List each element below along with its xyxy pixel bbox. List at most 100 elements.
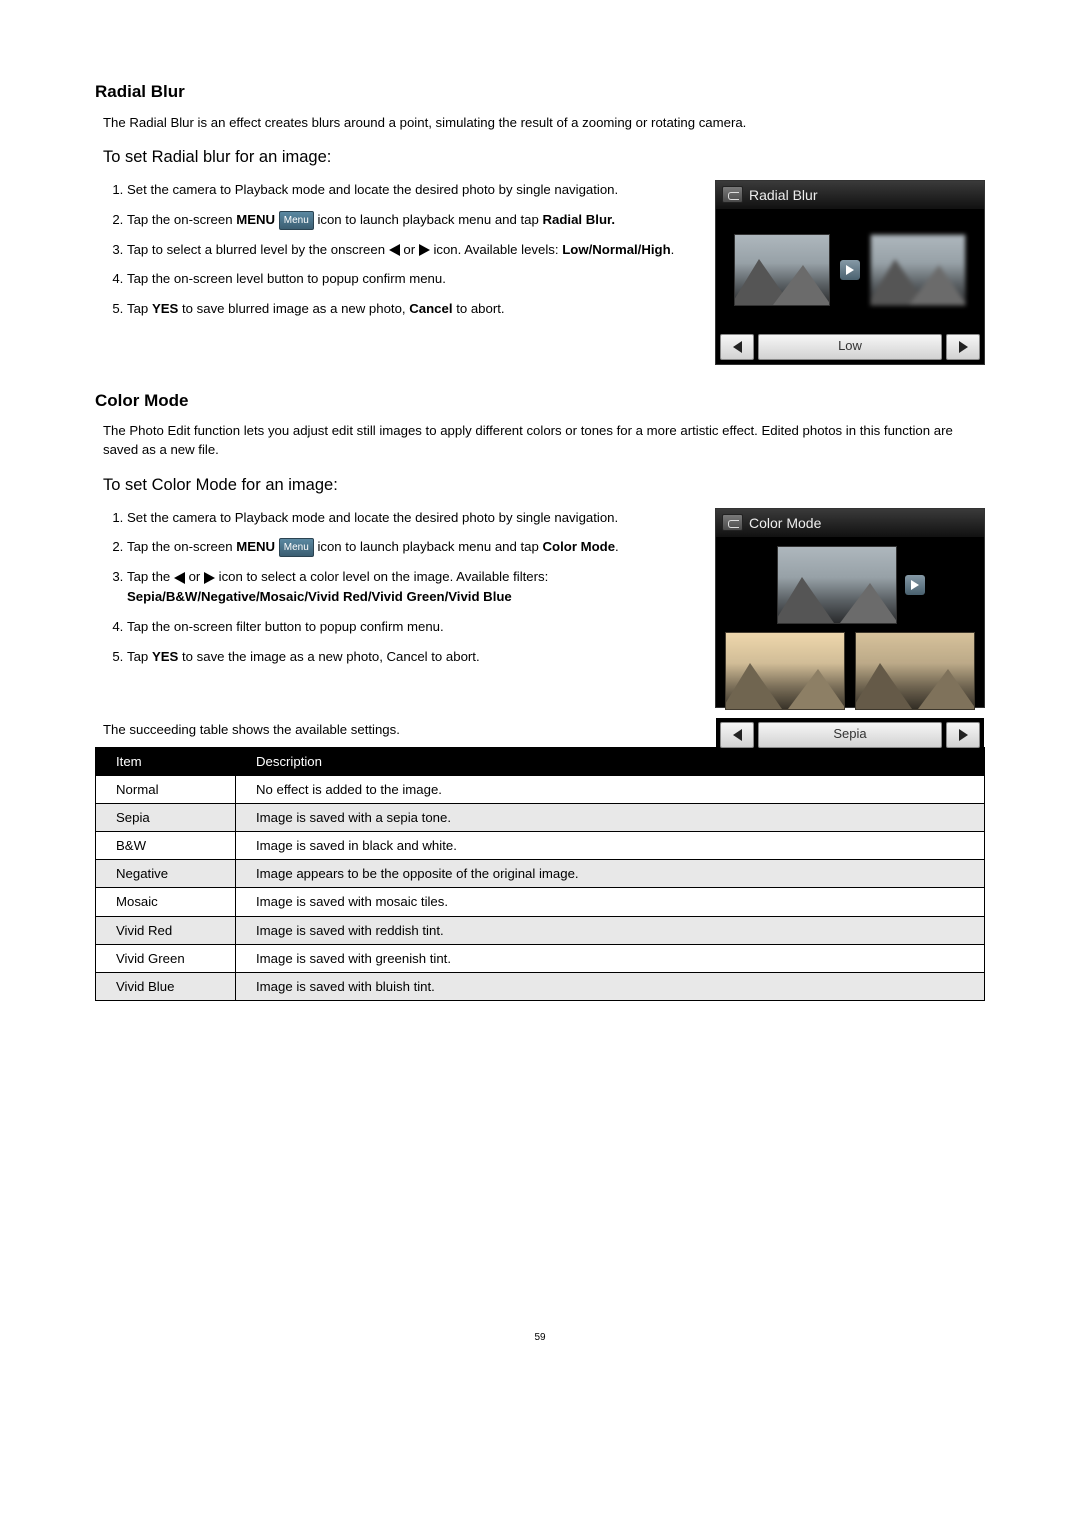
camera-screen-radial: Radial Blur Low xyxy=(715,180,985,365)
camera-body xyxy=(716,538,984,718)
step-4: Tap the on-screen filter button to popup… xyxy=(127,617,693,637)
intro-color-mode: The Photo Edit function lets you adjust … xyxy=(103,421,985,459)
prev-level-button[interactable] xyxy=(720,334,754,360)
menu-icon: Menu xyxy=(279,211,314,230)
filter-button[interactable]: Sepia xyxy=(758,722,942,748)
chevron-left-icon xyxy=(733,341,742,353)
step-5: Tap YES to save the image as a new photo… xyxy=(127,647,693,667)
settings-table: Item Description NormalNo effect is adde… xyxy=(95,747,985,1001)
camera-bottom-bar: Low xyxy=(716,330,984,364)
text: icon. Available levels: xyxy=(433,242,562,257)
chevron-right-icon xyxy=(959,729,968,741)
triangle-left-icon xyxy=(174,572,185,584)
text: Tap xyxy=(127,649,152,664)
table-row: B&WImage is saved in black and white. xyxy=(96,832,985,860)
camera-bottom-bar: Sepia xyxy=(716,718,984,752)
chevron-right-icon xyxy=(959,341,968,353)
menu-word: MENU xyxy=(236,212,275,227)
cell-desc: Image is saved in black and white. xyxy=(236,832,985,860)
cell-desc: Image is saved with reddish tint. xyxy=(236,916,985,944)
text: icon to launch playback menu and tap xyxy=(317,539,542,554)
step-3: Tap the or icon to select a color level … xyxy=(127,567,693,607)
step-2: Tap the on-screen MENU Menu icon to laun… xyxy=(127,210,693,230)
cell-item: Sepia xyxy=(96,803,236,831)
cell-desc: Image is saved with mosaic tiles. xyxy=(236,888,985,916)
steps-radial-blur: Set the camera to Playback mode and loca… xyxy=(123,180,693,319)
text: Tap xyxy=(127,301,152,316)
cell-desc: Image is saved with a sepia tone. xyxy=(236,803,985,831)
text: Tap the xyxy=(127,569,174,584)
bold-tail: Radial Blur. xyxy=(543,212,616,227)
camera-titlebar: Radial Blur xyxy=(716,181,984,210)
cell-item: B&W xyxy=(96,832,236,860)
menu-word: MENU xyxy=(236,539,275,554)
step-1: Set the camera to Playback mode and loca… xyxy=(127,180,693,200)
triangle-left-icon xyxy=(389,244,400,256)
cell-item: Mosaic xyxy=(96,888,236,916)
preview-original xyxy=(734,234,830,306)
intro-radial-blur: The Radial Blur is an effect creates blu… xyxy=(103,113,985,132)
table-row: NormalNo effect is added to the image. xyxy=(96,775,985,803)
preview-blurred xyxy=(870,234,966,306)
camera-screen-color: Color Mode Sepia xyxy=(715,508,985,708)
preview-original xyxy=(777,546,897,624)
cell-item: Vivid Red xyxy=(96,916,236,944)
yes-word: YES xyxy=(152,301,178,316)
text: icon to launch playback menu and tap xyxy=(317,212,542,227)
next-level-button[interactable] xyxy=(946,334,980,360)
triangle-right-icon xyxy=(204,572,215,584)
cell-item: Negative xyxy=(96,860,236,888)
chevron-left-icon xyxy=(733,729,742,741)
triangle-right-icon xyxy=(419,244,430,256)
arrow-right-icon xyxy=(905,575,925,595)
section-radial-blur: Radial Blur The Radial Blur is an effect… xyxy=(95,80,985,365)
table-row: Vivid GreenImage is saved with greenish … xyxy=(96,944,985,972)
cell-desc: Image is saved with greenish tint. xyxy=(236,944,985,972)
next-filter-button[interactable] xyxy=(946,722,980,748)
text: Tap to select a blurred level by the ons… xyxy=(127,242,389,257)
step-3: Tap to select a blurred level by the ons… xyxy=(127,240,693,260)
table-row: NegativeImage appears to be the opposite… xyxy=(96,860,985,888)
text: . xyxy=(671,242,675,257)
text: to save blurred image as a new photo, xyxy=(182,301,409,316)
camera-title: Color Mode xyxy=(749,513,821,533)
yes-word: YES xyxy=(152,649,178,664)
text: Tap the on-screen xyxy=(127,539,236,554)
preview-right xyxy=(855,632,975,710)
section-color-mode: Color Mode The Photo Edit function lets … xyxy=(95,389,985,1001)
camera-titlebar: Color Mode xyxy=(716,509,984,538)
arrow-right-icon xyxy=(840,260,860,280)
text: icon to select a color level on the imag… xyxy=(219,569,549,584)
cell-desc: Image is saved with bluish tint. xyxy=(236,972,985,1000)
text: to abort. xyxy=(456,301,504,316)
page-number: 59 xyxy=(95,1331,985,1346)
table-row: Vivid RedImage is saved with reddish tin… xyxy=(96,916,985,944)
text: or xyxy=(189,569,204,584)
table-row: MosaicImage is saved with mosaic tiles. xyxy=(96,888,985,916)
heading-radial-blur: Radial Blur xyxy=(95,80,985,105)
cell-item: Vivid Blue xyxy=(96,972,236,1000)
bold-tail: Color Mode xyxy=(543,539,616,554)
preview-left xyxy=(725,632,845,710)
step-4: Tap the on-screen level button to popup … xyxy=(127,269,693,289)
text: Tap the on-screen xyxy=(127,212,236,227)
cell-desc: No effect is added to the image. xyxy=(236,775,985,803)
filters: Sepia/B&W/Negative/Mosaic/Vivid Red/Vivi… xyxy=(127,589,512,604)
menu-icon: Menu xyxy=(279,538,314,557)
back-icon[interactable] xyxy=(722,514,743,531)
table-row: Vivid BlueImage is saved with bluish tin… xyxy=(96,972,985,1000)
cell-item: Normal xyxy=(96,775,236,803)
text: or xyxy=(403,242,418,257)
cell-item: Vivid Green xyxy=(96,944,236,972)
levels: Low/Normal/High xyxy=(562,242,670,257)
subhead-radial-blur: To set Radial blur for an image: xyxy=(103,146,985,170)
steps-color-mode: Set the camera to Playback mode and loca… xyxy=(123,508,693,667)
cell-desc: Image appears to be the opposite of the … xyxy=(236,860,985,888)
step-5: Tap YES to save blurred image as a new p… xyxy=(127,299,693,319)
back-icon[interactable] xyxy=(722,186,743,203)
prev-filter-button[interactable] xyxy=(720,722,754,748)
text: . xyxy=(615,539,619,554)
level-button[interactable]: Low xyxy=(758,334,942,360)
camera-title: Radial Blur xyxy=(749,185,817,205)
table-row: SepiaImage is saved with a sepia tone. xyxy=(96,803,985,831)
